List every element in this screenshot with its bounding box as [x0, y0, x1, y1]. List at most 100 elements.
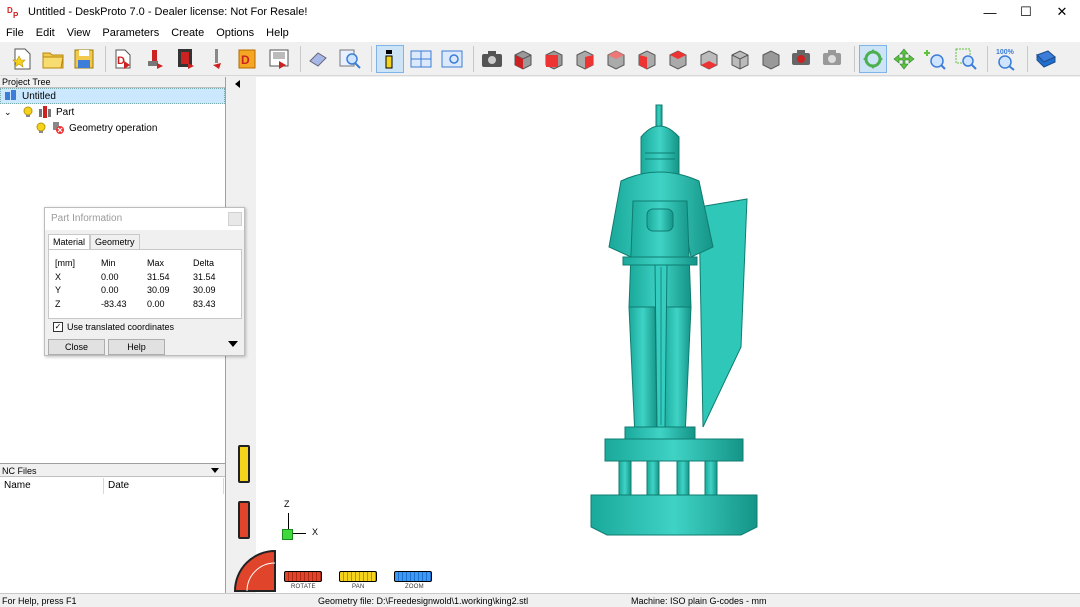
grid-header-row: [mm] Min Max Delta: [55, 257, 233, 271]
menu-file[interactable]: File: [0, 27, 30, 39]
axis-z-label: Z: [284, 499, 290, 509]
zoom-label: ZOOM: [405, 584, 424, 590]
menu-edit[interactable]: Edit: [30, 27, 61, 39]
menu-help[interactable]: Help: [260, 27, 295, 39]
zoom-window-button[interactable]: [952, 45, 980, 73]
tab-geometry[interactable]: Geometry: [90, 234, 140, 249]
floppy-disk-icon: [74, 49, 94, 68]
tool-parameters-button[interactable]: [203, 45, 231, 73]
translated-coordinates-checkbox[interactable]: ✓: [53, 322, 63, 332]
nc-column-name[interactable]: Name: [0, 478, 104, 494]
title-bar: D P Untitled - DeskProto 7.0 - Dealer li…: [0, 0, 1080, 24]
rotate-slider-red[interactable]: [238, 501, 250, 539]
project-parameters-icon: D: [115, 49, 131, 69]
dialog-close-icon[interactable]: [228, 212, 242, 226]
menu-create[interactable]: Create: [165, 27, 210, 39]
help-button[interactable]: Help: [108, 339, 165, 355]
row-z-delta: 83.43: [193, 298, 216, 309]
nc-column-date[interactable]: Date: [104, 478, 224, 494]
operation-parameters-icon: [178, 48, 194, 69]
part-info-button[interactable]: [376, 44, 404, 73]
split-view-button[interactable]: [407, 45, 435, 73]
translated-coordinates-option[interactable]: ✓ Use translated coordinates: [53, 322, 174, 332]
status-bar: For Help, press F1 Geometry file: D:\Fre…: [0, 593, 1080, 607]
row-x-delta: 31.54: [193, 271, 216, 282]
3d-viewport[interactable]: ROTATE PAN ZOOM Z X: [230, 77, 1080, 593]
axis-x-label: X: [312, 527, 319, 537]
part-information-dialog: Part Information Material Geometry [mm] …: [44, 207, 245, 356]
simulation-button[interactable]: [305, 45, 333, 73]
new-project-button[interactable]: [8, 45, 36, 73]
zoom-slider-pill[interactable]: [394, 571, 432, 582]
operation-parameters-button[interactable]: [172, 45, 200, 73]
cutter-tool-icon: [213, 48, 221, 69]
render-button[interactable]: [788, 45, 816, 73]
row-z-axis: Z: [55, 298, 61, 309]
lightbulb-icon[interactable]: [35, 122, 47, 134]
tab-material[interactable]: Material: [48, 234, 91, 249]
zoom-slider-yellow[interactable]: [238, 445, 250, 483]
toolbar-separator: [987, 45, 988, 72]
pan-arrows-icon: [893, 48, 915, 69]
zoom-100-button[interactable]: 100%: [992, 45, 1020, 73]
dialog-title-bar[interactable]: Part Information: [45, 208, 244, 230]
menu-view[interactable]: View: [61, 27, 97, 39]
maximize-button[interactable]: ☐: [1008, 0, 1044, 24]
render-settings-button[interactable]: [819, 45, 847, 73]
view-shaded-button[interactable]: [757, 45, 785, 73]
view-left-button[interactable]: [633, 45, 661, 73]
machine-parameters-button[interactable]: D: [234, 45, 262, 73]
save-button[interactable]: [70, 45, 98, 73]
status-geometry-file: Geometry file: D:\Freedesignwold\1.worki…: [318, 596, 529, 606]
view-right-button[interactable]: [571, 45, 599, 73]
view-top-button[interactable]: [664, 45, 692, 73]
cube-bottom-icon: [700, 49, 718, 70]
pan-slider-pill[interactable]: [339, 571, 377, 582]
folder-icon: [42, 52, 64, 68]
view-front-button[interactable]: [540, 45, 568, 73]
cube-right-icon: [576, 49, 594, 70]
view-gray-cube-button[interactable]: [726, 45, 754, 73]
nc-files-header: NC Files: [0, 463, 225, 477]
part-icon: [39, 106, 51, 118]
project-parameters-button[interactable]: D: [110, 45, 138, 73]
create-nc-program-button[interactable]: [265, 45, 293, 73]
menu-parameters[interactable]: Parameters: [96, 27, 165, 39]
open-button[interactable]: [39, 45, 67, 73]
row-z-max: 0.00: [147, 298, 165, 309]
collapse-arrow-icon[interactable]: [233, 79, 243, 89]
rotate-dial[interactable]: [233, 549, 277, 593]
tree-item-untitled[interactable]: Untitled: [0, 88, 225, 104]
view-back-button[interactable]: [602, 45, 630, 73]
close-window-button[interactable]: ✕: [1044, 0, 1080, 24]
main-toolbar: D D 100%: [0, 42, 1080, 76]
translated-coordinates-label: Use translated coordinates: [67, 322, 175, 332]
rotate-mode-button[interactable]: [859, 44, 887, 73]
info-icon: [385, 49, 393, 68]
grid-row-x: X 0.00 31.54 31.54: [55, 271, 233, 285]
close-button[interactable]: Close: [48, 339, 105, 355]
part-parameters-button[interactable]: [141, 45, 169, 73]
expand-arrow-icon[interactable]: [228, 341, 238, 347]
chevron-down-icon[interactable]: ⌄: [4, 107, 16, 118]
render-camera-icon: [792, 49, 810, 65]
rotate-slider-pill[interactable]: [284, 571, 322, 582]
window-panes-icon: [410, 50, 432, 67]
view-iso-button[interactable]: [509, 45, 537, 73]
axis-triad: Z X: [278, 499, 328, 545]
tree-item-geometry-operation[interactable]: Geometry operation: [0, 120, 225, 136]
minimize-button[interactable]: —: [972, 0, 1008, 24]
help-book-button[interactable]: [1032, 45, 1060, 73]
pan-mode-button[interactable]: [890, 45, 918, 73]
toolbar-separator: [371, 45, 372, 72]
lightbulb-icon[interactable]: [22, 106, 34, 118]
zoom-mode-button[interactable]: [921, 45, 949, 73]
view-bottom-button[interactable]: [695, 45, 723, 73]
cube-front-icon: [545, 49, 563, 70]
menu-options[interactable]: Options: [210, 27, 260, 39]
view-options-button[interactable]: [438, 45, 466, 73]
preview-button[interactable]: [336, 45, 364, 73]
tree-item-part[interactable]: ⌄ Part: [0, 104, 225, 120]
screenshot-button[interactable]: [478, 45, 506, 73]
nc-files-dropdown-icon[interactable]: [211, 468, 219, 473]
